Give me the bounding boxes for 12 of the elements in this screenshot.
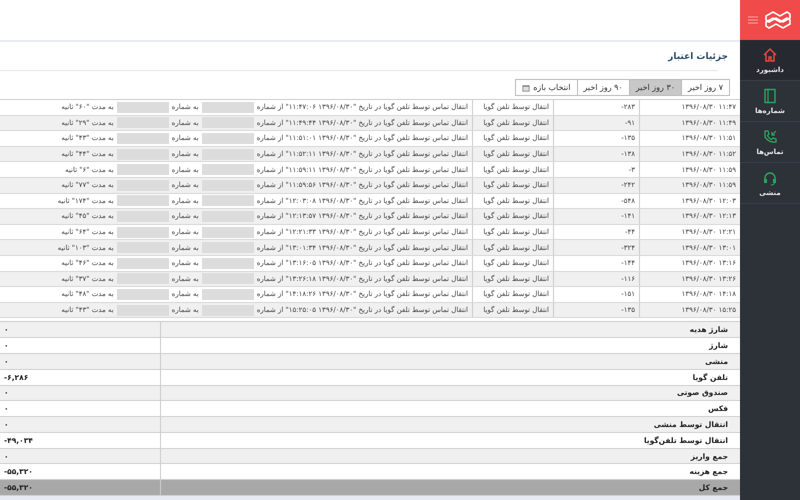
notebook-icon xyxy=(762,88,778,104)
range-tab[interactable]: ۳۰ روز اخیر xyxy=(628,79,682,96)
headset-icon xyxy=(762,170,778,186)
range-tab[interactable]: انتخاب بازه xyxy=(515,79,578,96)
page-title: جزئیات اعتبار xyxy=(666,51,729,64)
range-tab[interactable]: ۹۰ روز اخیر xyxy=(576,79,630,96)
logo-icon xyxy=(764,10,792,30)
calendar-icon xyxy=(522,84,530,92)
phone-icon xyxy=(762,128,778,144)
range-tab[interactable]: ۷ روز اخیر xyxy=(681,79,730,96)
house-icon xyxy=(762,46,778,62)
menu-icon[interactable] xyxy=(748,16,758,24)
